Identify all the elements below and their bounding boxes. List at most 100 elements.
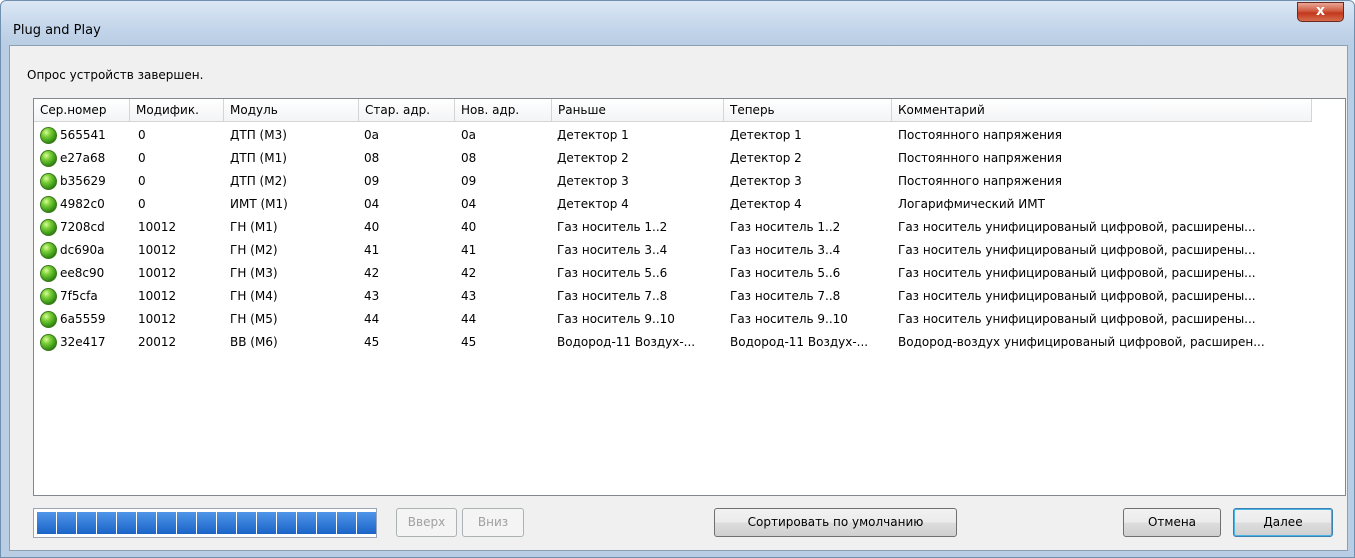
- col-before-cell: Газ носитель 3..4: [557, 243, 668, 257]
- col-serial-cell: 7208cd: [60, 220, 105, 234]
- col-now-cell: Газ носитель 3..4: [730, 243, 841, 257]
- table-row[interactable]: 4982c0 0 ИМТ (М1) 04 04 Детектор 4 Детектор 4 Л…: [34, 193, 1345, 216]
- col-new-address-cell: 45: [461, 335, 477, 349]
- col-now-cell: Детектор 2: [730, 151, 802, 165]
- col-old-address-cell: 0a: [364, 128, 379, 142]
- col-old-address-cell: 42: [364, 266, 380, 280]
- col-new-address-cell: 09: [461, 174, 477, 188]
- next-button[interactable]: Далее: [1233, 508, 1333, 537]
- progress-segment: [277, 512, 296, 534]
- col-old-address-cell: 08: [364, 151, 380, 165]
- table-row[interactable]: 32e417 20012 ВВ (М6) 45 45 Водород-11 Воздух-…: [34, 331, 1345, 354]
- col-now-header[interactable]: Теперь: [724, 99, 892, 122]
- col-old-address-cell: 09: [364, 174, 380, 188]
- col-old-address-cell: 43: [364, 289, 380, 303]
- col-new-address-cell: 43: [461, 289, 477, 303]
- green-led-icon: [40, 173, 57, 190]
- progress-segment: [57, 512, 76, 534]
- col-old-address-cell: 40: [364, 220, 380, 234]
- col-before-cell: Газ носитель 9..10: [557, 312, 675, 326]
- col-comment-cell: Постоянного напряжения: [898, 151, 1062, 165]
- progress-segment: [337, 512, 356, 534]
- device-list[interactable]: Сер.номер Модифик. Модуль Стар. адр. Нов. ад…: [33, 98, 1346, 496]
- col-old-address-cell: 44: [364, 312, 380, 326]
- green-led-icon: [40, 334, 57, 351]
- col-new-address-header[interactable]: Нов. адр.: [455, 99, 552, 122]
- col-now-cell: Газ носитель 9..10: [730, 312, 848, 326]
- green-led-icon: [40, 311, 57, 328]
- col-comment-cell: Постоянного напряжения: [898, 174, 1062, 188]
- progress-segment: [317, 512, 336, 534]
- col-comment-header[interactable]: Комментарий: [892, 99, 1312, 122]
- close-button[interactable]: x: [1297, 2, 1344, 22]
- progress-segment: [157, 512, 176, 534]
- col-serial-cell: e27a68: [60, 151, 106, 165]
- col-serial-cell: 7f5cfa: [60, 289, 98, 303]
- col-before-header[interactable]: Раньше: [552, 99, 724, 122]
- table-row[interactable]: 565541 0 ДТП (М3) 0a 0a Детектор 1 Детектор 1 П…: [34, 124, 1345, 147]
- col-module-cell: ВВ (М6): [230, 335, 278, 349]
- col-modification-cell: 0: [138, 174, 146, 188]
- col-module-cell: ГН (М1): [230, 220, 278, 234]
- col-now-cell: Детектор 4: [730, 197, 802, 211]
- progress-bar: [33, 508, 377, 538]
- progress-segment: [197, 512, 216, 534]
- col-module-cell: ГН (М2): [230, 243, 278, 257]
- col-serial-header[interactable]: Сер.номер: [34, 99, 130, 122]
- col-now-cell: Газ носитель 5..6: [730, 266, 841, 280]
- table-row[interactable]: b35629 0 ДТП (М2) 09 09 Детектор 3 Детектор 3 П…: [34, 170, 1345, 193]
- col-modification-cell: 0: [138, 128, 146, 142]
- table-row[interactable]: 7f5cfa 10012 ГН (М4) 43 43 Газ носитель 7..8 Г…: [34, 285, 1345, 308]
- green-led-icon: [40, 196, 57, 213]
- col-modification-cell: 10012: [138, 243, 177, 257]
- col-module-header[interactable]: Модуль: [224, 99, 359, 122]
- col-serial-cell: 32e417: [60, 335, 106, 349]
- green-led-icon: [40, 265, 57, 282]
- col-new-address-cell: 40: [461, 220, 477, 234]
- col-modification-cell: 0: [138, 197, 146, 211]
- progress-segment: [237, 512, 256, 534]
- progress-segment: [217, 512, 236, 534]
- green-led-icon: [40, 150, 57, 167]
- table-row[interactable]: 7208cd 10012 ГН (М1) 40 40 Газ носитель 1..2 Г…: [34, 216, 1345, 239]
- col-module-cell: ГН (М5): [230, 312, 278, 326]
- col-new-address-cell: 0a: [461, 128, 476, 142]
- col-new-address-cell: 42: [461, 266, 477, 280]
- col-comment-cell: Газ носитель унифицированый цифровой, ра…: [898, 220, 1256, 234]
- col-new-address-cell: 44: [461, 312, 477, 326]
- table-row[interactable]: dc690a 10012 ГН (М2) 41 41 Газ носитель 3..4 Г…: [34, 239, 1345, 262]
- table-row[interactable]: ee8c90 10012 ГН (М3) 42 42 Газ носитель 5..6 Г…: [34, 262, 1345, 285]
- col-old-address-header[interactable]: Стар. адр.: [359, 99, 455, 122]
- col-before-cell: Детектор 1: [557, 128, 629, 142]
- col-modification-header[interactable]: Модифик.: [130, 99, 224, 122]
- move-up-button[interactable]: Вверх: [396, 508, 457, 537]
- col-now-cell: Детектор 3: [730, 174, 802, 188]
- col-module-cell: ДТП (М3): [230, 128, 287, 142]
- progress-segment: [77, 512, 96, 534]
- col-old-address-cell: 45: [364, 335, 380, 349]
- green-led-icon: [40, 242, 57, 259]
- col-comment-cell: Газ носитель унифицированый цифровой, ра…: [898, 266, 1256, 280]
- table-row[interactable]: 6a5559 10012 ГН (М5) 44 44 Газ носитель 9..10…: [34, 308, 1345, 331]
- cancel-button[interactable]: Отмена: [1123, 508, 1221, 537]
- progress-segment: [117, 512, 136, 534]
- col-module-cell: ГН (М4): [230, 289, 278, 303]
- col-before-cell: Водород-11 Воздух-...: [557, 335, 696, 349]
- table-row[interactable]: e27a68 0 ДТП (М1) 08 08 Детектор 2 Детектор 2 П…: [34, 147, 1345, 170]
- col-comment-cell: Газ носитель унифицированый цифровой, ра…: [898, 243, 1256, 257]
- col-comment-cell: Постоянного напряжения: [898, 128, 1062, 142]
- progress-segment: [97, 512, 116, 534]
- col-comment-cell: Водород-воздух унифицированый цифровой, …: [898, 335, 1265, 349]
- window-title: Plug and Play: [13, 23, 101, 38]
- sort-default-button[interactable]: Сортировать по умолчанию: [714, 508, 957, 537]
- col-serial-cell: 4982c0: [60, 197, 105, 211]
- col-serial-cell: 565541: [60, 128, 106, 142]
- col-modification-cell: 10012: [138, 220, 177, 234]
- move-down-button[interactable]: Вниз: [462, 508, 524, 537]
- title-bar[interactable]: Plug and Play x: [1, 1, 1354, 45]
- col-before-cell: Детектор 3: [557, 174, 629, 188]
- col-now-cell: Детектор 1: [730, 128, 802, 142]
- col-before-cell: Детектор 2: [557, 151, 629, 165]
- progress-segment: [37, 512, 56, 534]
- progress-segment: [357, 512, 376, 534]
